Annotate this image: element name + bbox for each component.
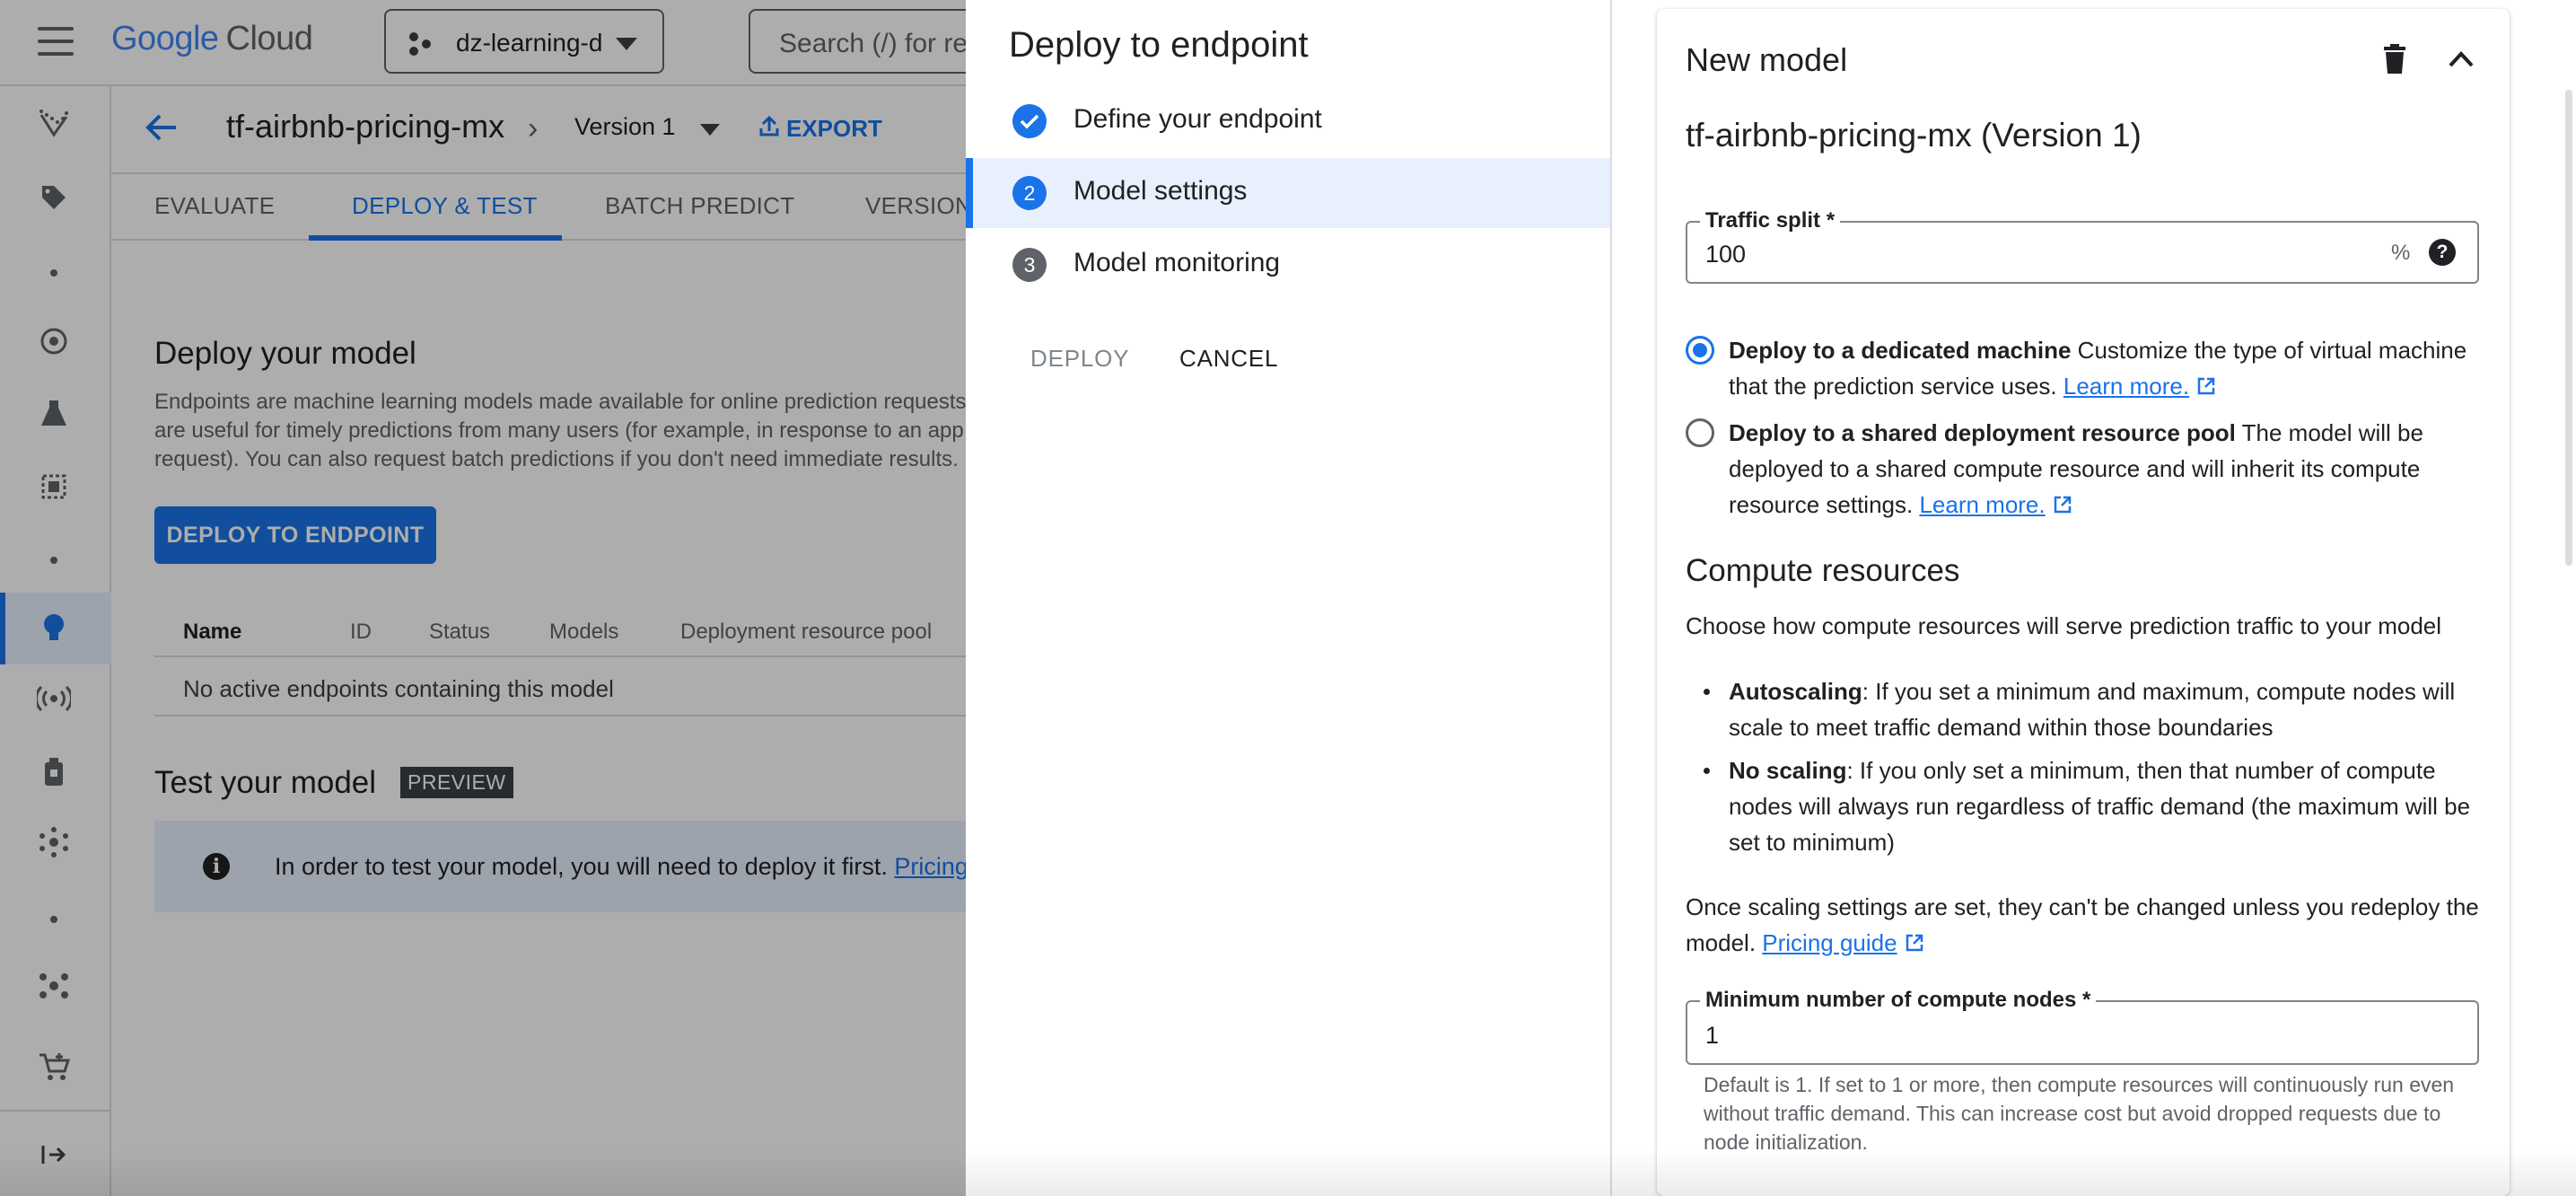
model-version-title: tf-airbnb-pricing-mx (Version 1) <box>1686 117 2142 154</box>
traffic-split-value[interactable]: 100 <box>1705 241 1746 268</box>
modal-scrim[interactable] <box>0 0 966 1196</box>
step-define-endpoint[interactable]: Define your endpoint <box>966 86 1610 156</box>
check-circle-icon <box>1012 104 1047 138</box>
learn-more-link[interactable]: Learn more. <box>2063 373 2189 400</box>
step-label: Define your endpoint <box>1073 104 1322 134</box>
step-number: 3 <box>1012 248 1047 282</box>
step-model-monitoring[interactable]: 3 Model monitoring <box>966 230 1610 300</box>
step-label: Model settings <box>1073 176 1248 206</box>
bullet-title: No scaling <box>1729 757 1847 784</box>
scrollbar-thumb[interactable] <box>2565 90 2572 566</box>
scaling-note: Once scaling settings are set, they can'… <box>1686 889 2484 961</box>
min-compute-nodes-field[interactable]: Minimum number of compute nodes * 1 <box>1686 988 2479 1065</box>
min-compute-nodes-value[interactable]: 1 <box>1705 1022 1719 1050</box>
option-title: Deploy to a dedicated machine <box>1729 337 2072 364</box>
stepper-title: Deploy to endpoint <box>1009 25 1309 65</box>
radio-shared-pool[interactable] <box>1686 418 1714 447</box>
bullet-no-scaling: No scaling: If you only set a minimum, t… <box>1704 752 2483 860</box>
card-title: New model <box>1686 41 1848 78</box>
help-icon[interactable]: ? <box>2429 239 2456 266</box>
traffic-split-field[interactable]: Traffic split * 100 <box>1686 208 2479 284</box>
percent-suffix: % <box>2391 241 2411 265</box>
cancel-button[interactable]: CANCEL <box>1179 345 1278 373</box>
bullet-autoscaling: Autoscaling: If you set a minimum and ma… <box>1704 673 2483 745</box>
learn-more-link[interactable]: Learn more. <box>1919 491 2045 518</box>
step-label: Model monitoring <box>1073 248 1281 277</box>
external-link-icon <box>1905 927 1924 952</box>
step-number: 2 <box>1012 176 1047 210</box>
external-link-icon <box>2053 488 2072 514</box>
option-dedicated-text: Deploy to a dedicated machine Customize … <box>1729 332 2483 404</box>
deploy-button[interactable]: DEPLOY <box>1030 345 1129 373</box>
pricing-guide-link[interactable]: Pricing guide <box>1762 929 1897 956</box>
field-label: Traffic split * <box>1700 208 1841 233</box>
option-shared-text: Deploy to a shared deployment resource p… <box>1729 415 2483 523</box>
external-link-icon <box>2196 370 2216 395</box>
option-title: Deploy to a shared deployment resource p… <box>1729 419 2236 446</box>
bullet-title: Autoscaling <box>1729 678 1862 705</box>
trash-icon[interactable] <box>2380 43 2409 75</box>
compute-resources-description: Choose how compute resources will serve … <box>1686 612 2442 639</box>
field-label: Minimum number of compute nodes * <box>1700 988 2097 1013</box>
radio-dedicated-machine[interactable] <box>1686 336 1714 365</box>
chevron-up-icon[interactable] <box>2441 43 2481 75</box>
step-model-settings[interactable]: 2 Model settings <box>966 158 1610 228</box>
compute-resources-heading: Compute resources <box>1686 553 1960 588</box>
min-nodes-hint: Default is 1. If set to 1 or more, then … <box>1704 1073 2455 1154</box>
